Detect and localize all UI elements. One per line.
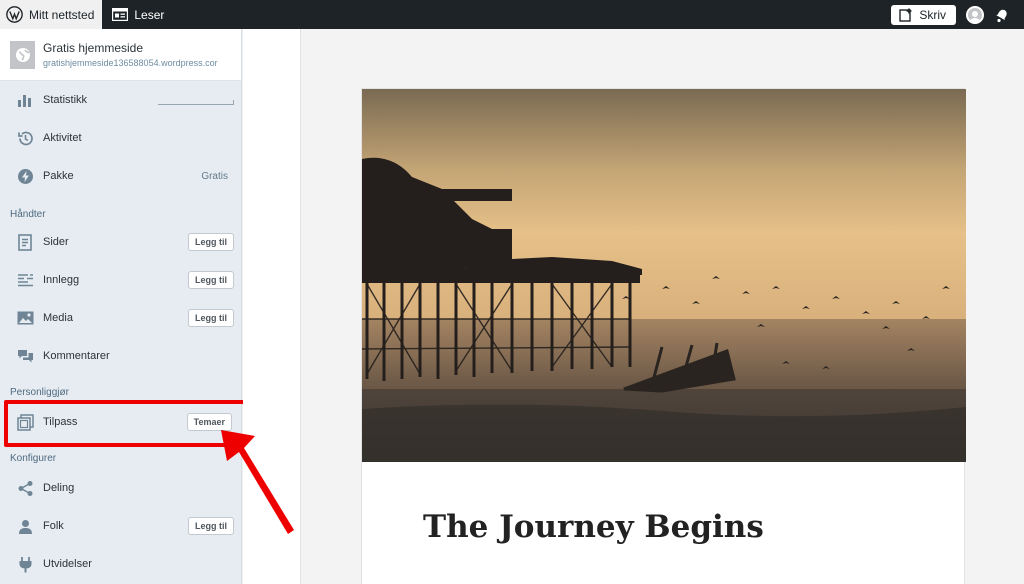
annotation-arrow [221, 430, 294, 534]
